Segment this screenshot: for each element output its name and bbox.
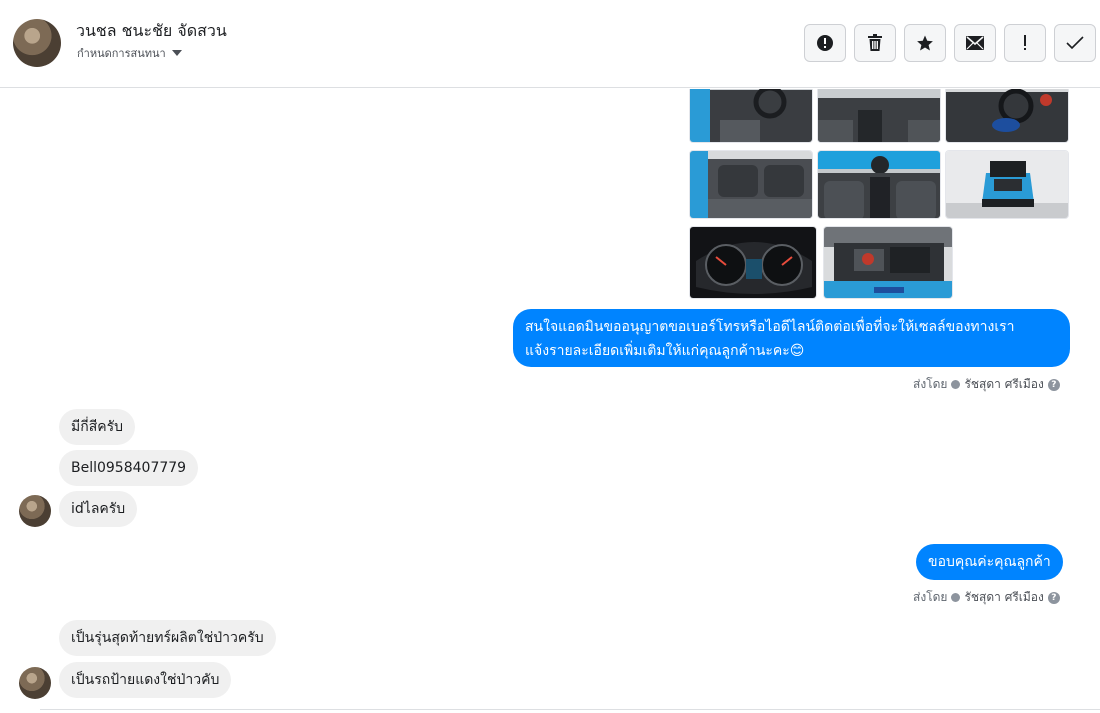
conversation-status-label: กำหนดการสนทนา xyxy=(77,47,166,60)
sent-by-label: ส่งโดย xyxy=(913,590,948,604)
attachment-image[interactable] xyxy=(823,226,953,299)
help-icon[interactable]: ? xyxy=(1047,378,1060,391)
agent-name[interactable]: รัชสุดา ศรีเมือง xyxy=(964,375,1043,394)
incoming-message[interactable]: มีกี่สีครับ xyxy=(59,409,136,445)
star-icon xyxy=(917,35,933,51)
conversation-header: วนชล ชนะชัย จัดสวน กำหนดการสนทนา xyxy=(0,0,1100,88)
outgoing-message[interactable]: ขอบคุณค่ะคุณลูกค้า xyxy=(916,544,1063,580)
attachment-image[interactable] xyxy=(945,89,1069,143)
attachment-image[interactable] xyxy=(817,150,941,219)
caret-down-icon xyxy=(171,50,182,56)
attachment-image[interactable] xyxy=(689,150,813,219)
sent-by-label: ส่งโดย xyxy=(913,377,948,391)
attachment-image[interactable] xyxy=(689,89,813,143)
sent-by-info: ส่งโดย รัชสุดา ศรีเมือง ? xyxy=(913,588,1060,607)
sender-avatar[interactable] xyxy=(19,495,51,527)
report-button[interactable] xyxy=(804,24,846,62)
important-button[interactable] xyxy=(1004,24,1046,62)
agent-name[interactable]: รัชสุดา ศรีเมือง xyxy=(964,588,1043,607)
contact-avatar[interactable] xyxy=(13,19,61,67)
sender-avatar[interactable] xyxy=(19,667,51,699)
envelope-icon xyxy=(966,36,984,50)
attachment-image[interactable] xyxy=(817,89,941,143)
incoming-message[interactable]: Bell0958407779 xyxy=(59,450,199,486)
alert-circle-icon xyxy=(817,35,833,51)
trash-icon xyxy=(868,34,882,51)
agent-status-icon xyxy=(951,380,961,389)
outgoing-message[interactable]: สนใจแอดมินขออนุญาตขอเบอร์โทรหรือไอดีไลน์… xyxy=(513,309,1070,367)
incoming-message[interactable]: idไลครับ xyxy=(59,491,138,527)
incoming-message[interactable]: เป็นรุ่นสุดท้ายทร์ผลิตใช่ป่าวครับ xyxy=(59,620,276,656)
help-icon[interactable]: ? xyxy=(1047,591,1060,604)
attachment-image[interactable] xyxy=(945,150,1069,219)
contact-name[interactable]: วนชล ชนะชัย จัดสวน xyxy=(76,19,227,44)
exclamation-icon xyxy=(1024,35,1026,50)
mark-unread-button[interactable] xyxy=(954,24,996,62)
check-icon xyxy=(1066,36,1084,50)
delete-button[interactable] xyxy=(854,24,896,62)
message-thread[interactable]: สนใจแอดมินขออนุญาตขอเบอร์โทรหรือไอดีไลน์… xyxy=(0,89,1100,713)
sent-by-info: ส่งโดย รัชสุดา ศรีเมือง ? xyxy=(913,375,1060,394)
conversation-actions xyxy=(804,24,1096,62)
done-button[interactable] xyxy=(1054,24,1096,62)
composer-divider xyxy=(40,709,1100,710)
message-text-line: สนใจแอดมินขออนุญาตขอเบอร์โทรหรือไอดีไลน์… xyxy=(525,319,1015,335)
message-text-line: แจ้งรายละเอียดเพิ่มเติมให้แก่คุณลูกค้านะ… xyxy=(525,343,805,359)
agent-status-icon xyxy=(951,593,961,602)
star-button[interactable] xyxy=(904,24,946,62)
incoming-message[interactable]: เป็นรถป้ายแดงใช่ป่าวคับ xyxy=(59,662,232,698)
attachment-image[interactable] xyxy=(689,226,817,299)
conversation-status-dropdown[interactable]: กำหนดการสนทนา xyxy=(77,44,182,62)
